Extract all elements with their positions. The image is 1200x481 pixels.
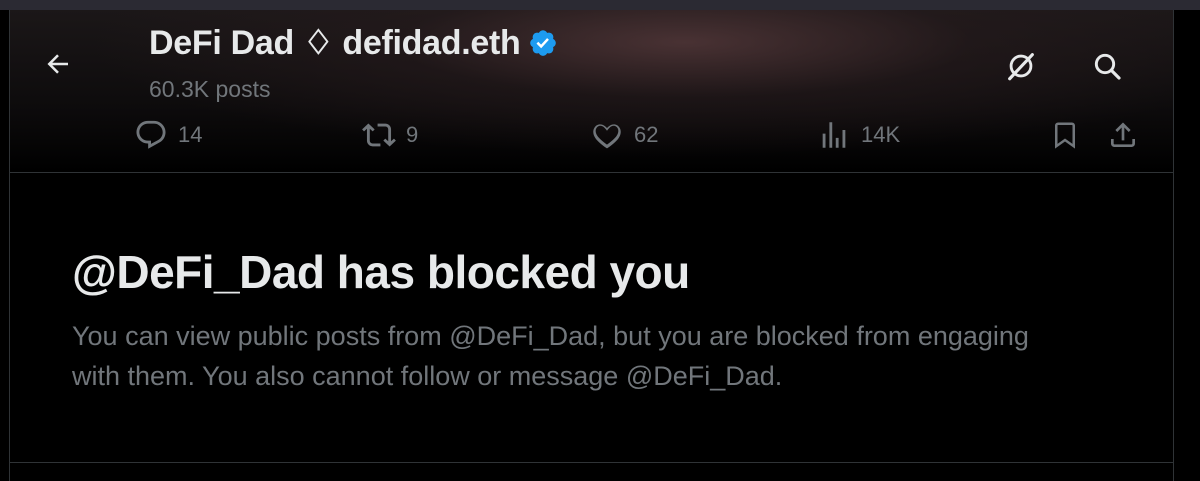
- views-icon: [822, 122, 846, 148]
- like-icon: [593, 124, 621, 149]
- grok-button[interactable]: [999, 44, 1043, 88]
- search-button[interactable]: [1085, 44, 1129, 88]
- blocked-heading: @DeFi_Dad has blocked you: [72, 246, 690, 298]
- display-name: DeFi Dad ♢ defidad.eth: [149, 24, 521, 62]
- like-button[interactable]: 62: [590, 115, 658, 155]
- title-row: DeFi Dad ♢ defidad.eth: [149, 23, 558, 63]
- repost-icon: [362, 123, 396, 147]
- views-button[interactable]: 14K: [817, 115, 900, 155]
- reply-button[interactable]: 14: [134, 115, 202, 155]
- share-icon: [1111, 122, 1135, 147]
- window-top-bar: [0, 0, 1200, 10]
- repost-count: 9: [406, 122, 419, 147]
- views-count: 14K: [861, 122, 901, 147]
- share-button[interactable]: [1103, 115, 1143, 155]
- arrow-left-icon: [47, 54, 68, 74]
- like-count: 62: [634, 122, 659, 147]
- verified-badge-icon: [528, 28, 558, 58]
- blocked-message: You can view public posts from @DeFi_Dad…: [72, 321, 1029, 391]
- post-count: 60.3K posts: [149, 76, 271, 102]
- bookmark-button[interactable]: [1045, 115, 1085, 155]
- search-icon: [1094, 53, 1121, 80]
- divider: [10, 462, 1173, 463]
- bookmark-icon: [1055, 122, 1075, 149]
- profile-header: DeFi Dad ♢ defidad.eth 60.3K posts 14 9 …: [10, 10, 1173, 173]
- grok-icon: [1008, 53, 1034, 81]
- profile-frame: DeFi Dad ♢ defidad.eth 60.3K posts 14 9 …: [9, 10, 1174, 481]
- reply-count: 14: [178, 122, 203, 147]
- back-button[interactable]: [36, 42, 80, 86]
- reply-icon: [136, 120, 166, 149]
- repost-button[interactable]: 9: [362, 115, 418, 155]
